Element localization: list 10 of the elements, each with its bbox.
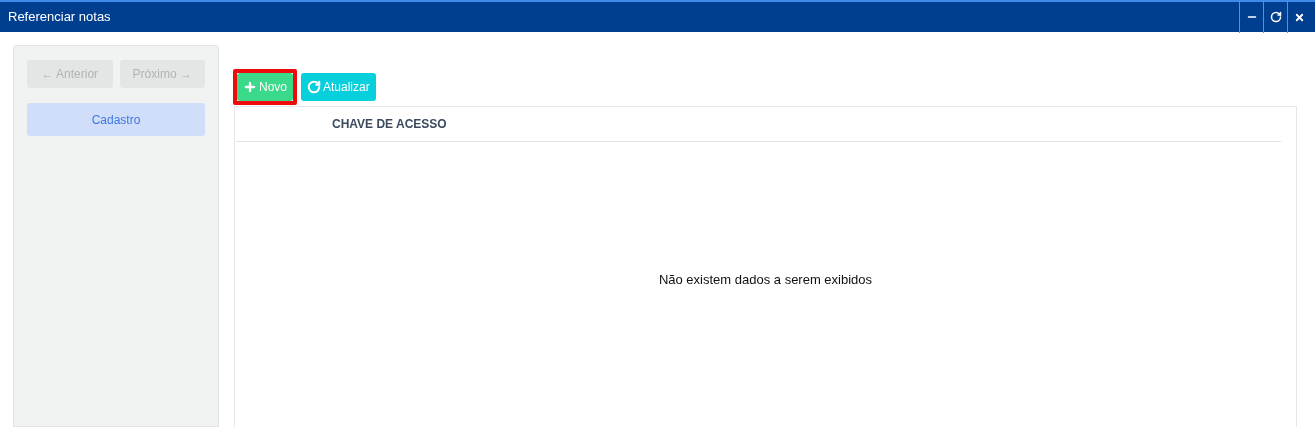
empty-message: Não existem dados a serem exibidos — [658, 270, 873, 289]
refresh-icon — [307, 80, 321, 94]
rotate-icon — [1269, 11, 1282, 23]
plus-icon — [243, 80, 257, 94]
window-title: Referenciar notas — [8, 8, 111, 27]
new-button[interactable]: Novo — [237, 73, 293, 101]
sidebar-item[interactable]: Cadastro — [27, 103, 205, 136]
close-icon — [1294, 11, 1305, 23]
refresh-button[interactable]: Atualizar — [301, 73, 376, 101]
column-header: CHAVE DE ACESSO — [332, 116, 447, 133]
